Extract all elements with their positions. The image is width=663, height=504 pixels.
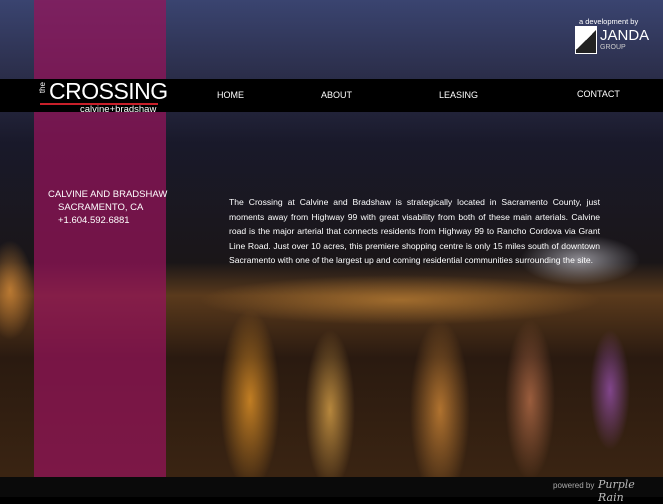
nav-about[interactable]: ABOUT <box>321 90 352 100</box>
address-line1: CALVINE AND BRADSHAW <box>48 189 168 200</box>
nav-leasing[interactable]: LEASING <box>439 90 478 100</box>
janda-logo-icon[interactable] <box>575 26 597 54</box>
magenta-column <box>34 0 166 477</box>
address-line2: SACRAMENTO, CA <box>58 202 144 213</box>
janda-name: JANDA <box>600 27 650 44</box>
logo-sub: calvine+bradshaw <box>80 104 157 115</box>
logo-the: the <box>38 82 47 94</box>
developer-caption: a development by <box>579 17 639 26</box>
description: The Crossing at Calvine and Bradshaw is … <box>229 197 600 265</box>
powered-by: powered by <box>553 481 595 490</box>
purple-rain-logo[interactable]: Purple Rain <box>598 478 663 504</box>
address-block: CALVINE AND BRADSHAW SACRAMENTO, CA +1.6… <box>48 188 167 227</box>
phone: +1.604.592.6881 <box>58 215 130 226</box>
janda-group: GROUP <box>600 44 626 51</box>
nav-home[interactable]: HOME <box>217 90 244 100</box>
nav-contact[interactable]: CONTACT <box>577 89 620 99</box>
logo-main: CROSSING <box>49 78 168 104</box>
